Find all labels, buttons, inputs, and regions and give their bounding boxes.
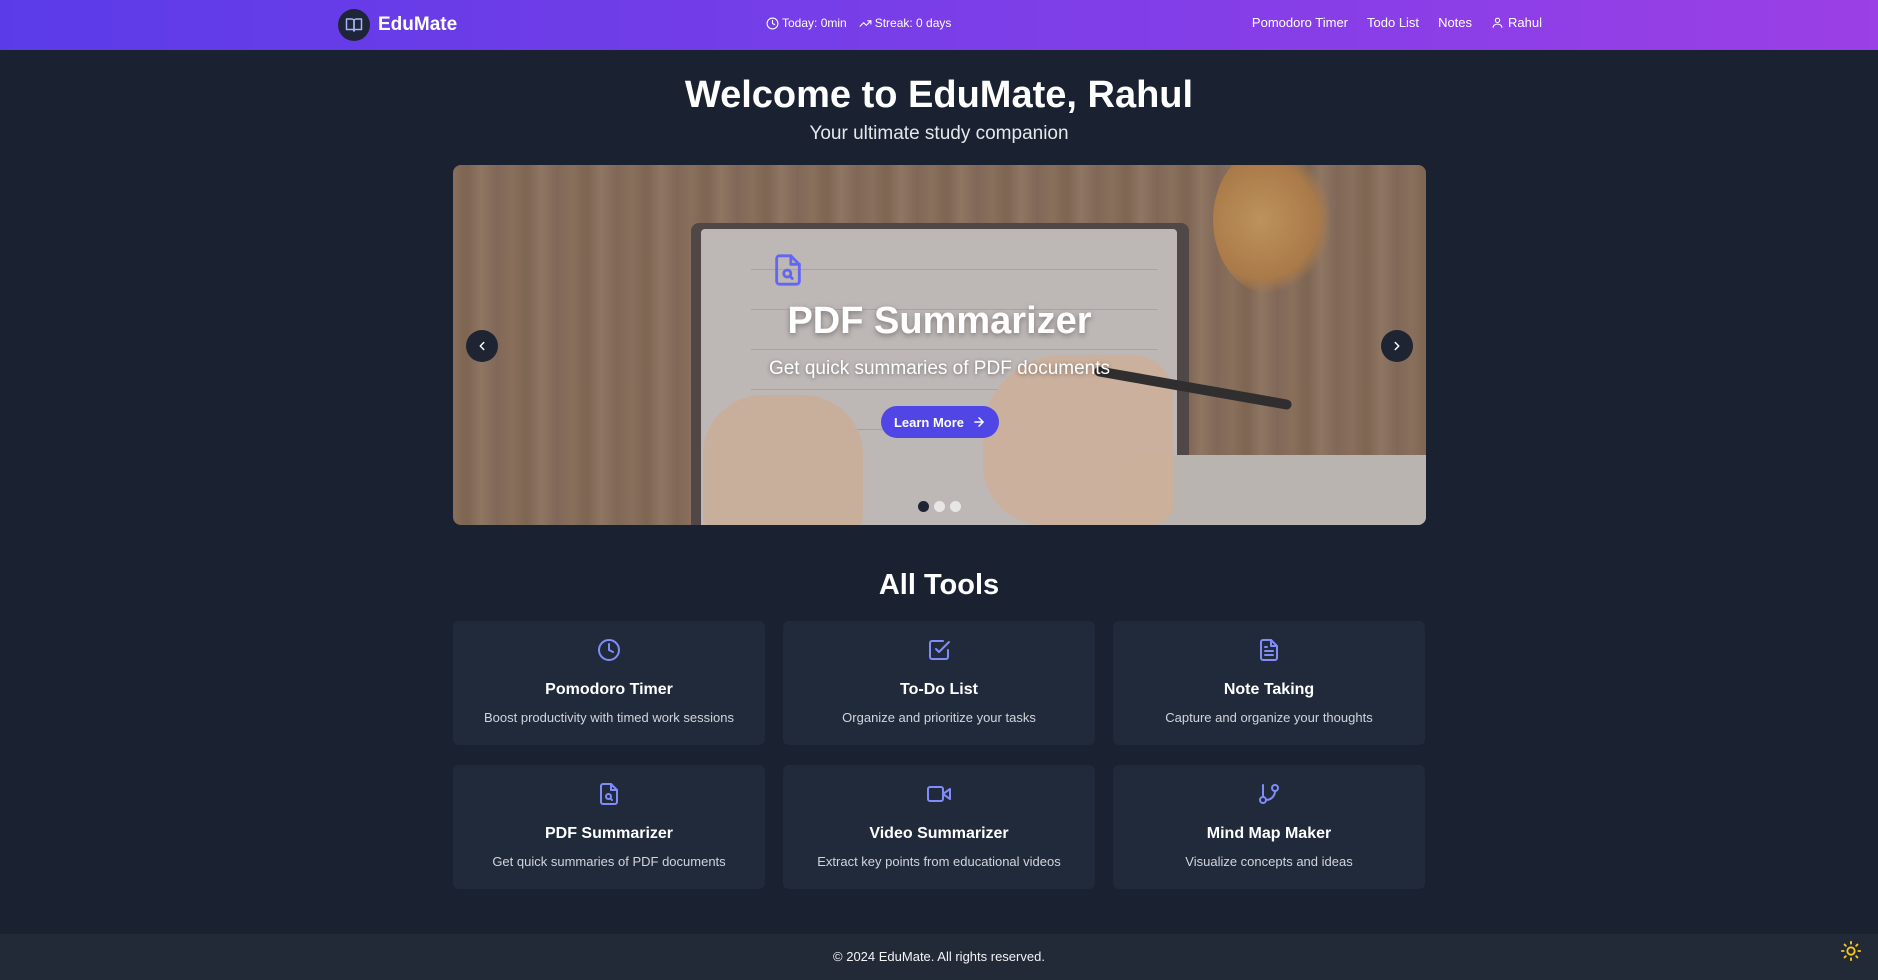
tool-card-todo[interactable]: To-Do List Organize and prioritize your … — [783, 621, 1095, 745]
main-nav: Pomodoro Timer Todo List Notes Rahul — [1233, 15, 1542, 30]
trending-up-icon — [859, 19, 872, 27]
carousel-dot[interactable] — [950, 501, 961, 512]
tool-description: Get quick summaries of PDF documents — [492, 854, 726, 869]
slide-description: Get quick summaries of PDF documents — [768, 358, 1111, 379]
chevron-right-icon — [1394, 341, 1400, 351]
streak-stat: Streak: 0 days — [859, 16, 952, 30]
branch-icon — [1257, 782, 1281, 806]
tool-title: PDF Summarizer — [544, 825, 674, 842]
carousel-dot[interactable] — [934, 501, 945, 512]
carousel-dots — [918, 501, 966, 512]
top-navbar: EduMate Today: 0min Streak: 0 days Pomod… — [0, 0, 1878, 50]
slide-overlay — [453, 165, 1426, 525]
clock-icon — [766, 17, 779, 29]
tool-title: Mind Map Maker — [1206, 825, 1332, 842]
brand-name: EduMate — [378, 14, 458, 35]
video-icon — [927, 782, 951, 806]
nav-pomodoro-timer[interactable]: Pomodoro Timer — [1252, 15, 1348, 30]
study-stats: Today: 0min Streak: 0 days — [766, 16, 951, 30]
tool-card-pdf-summarizer[interactable]: PDF Summarizer Get quick summaries of PD… — [453, 765, 765, 889]
tool-card-video-summarizer[interactable]: Video Summarizer Extract key points from… — [783, 765, 1095, 889]
tool-description: Organize and prioritize your tasks — [842, 710, 1036, 725]
slide-title: PDF Summarizer — [787, 300, 1092, 342]
nav-notes[interactable]: Notes — [1438, 15, 1472, 30]
user-icon — [1492, 17, 1503, 28]
footer: © 2024 EduMate. All rights reserved. — [0, 934, 1878, 980]
theme-toggle-button[interactable] — [1840, 940, 1862, 962]
book-icon — [338, 9, 370, 41]
clock-icon — [597, 638, 621, 662]
arrow-right-icon — [974, 417, 984, 427]
document-icon — [1257, 638, 1281, 662]
chevron-left-icon — [479, 341, 485, 351]
tool-description: Capture and organize your thoughts — [1165, 710, 1373, 725]
tool-title: Video Summarizer — [869, 825, 1009, 842]
tool-description: Boost productivity with timed work sessi… — [484, 710, 734, 725]
tool-title: Pomodoro Timer — [545, 681, 673, 698]
page-title: Welcome to EduMate, Rahul — [684, 74, 1194, 116]
streak-stat-label: Streak: 0 days — [874, 16, 952, 30]
carousel-next-button[interactable] — [1381, 330, 1413, 362]
tool-card-pomodoro[interactable]: Pomodoro Timer Boost productivity with t… — [453, 621, 765, 745]
file-search-icon — [597, 782, 621, 806]
brand[interactable]: EduMate — [338, 9, 457, 41]
sun-icon — [1840, 940, 1862, 962]
today-stat-label: Today: 0min — [782, 16, 847, 30]
tool-title: To-Do List — [900, 681, 978, 698]
page-subtitle: Your ultimate study companion — [809, 123, 1069, 144]
copyright-text: © 2024 EduMate. All rights reserved. — [833, 949, 1045, 964]
feature-carousel: PDF Summarizer Get quick summaries of PD… — [453, 165, 1426, 525]
file-search-icon — [771, 253, 805, 292]
today-stat: Today: 0min — [766, 16, 847, 30]
tool-card-mind-map[interactable]: Mind Map Maker Visualize concepts and id… — [1113, 765, 1425, 889]
tool-card-notes[interactable]: Note Taking Capture and organize your th… — [1113, 621, 1425, 745]
tools-heading: All Tools — [878, 569, 1000, 601]
nav-user-profile[interactable]: Rahul — [1491, 15, 1542, 30]
carousel-dot[interactable] — [918, 501, 929, 512]
tool-description: Extract key points from educational vide… — [817, 854, 1061, 869]
nav-todo-list[interactable]: Todo List — [1367, 15, 1419, 30]
learn-more-button[interactable]: Learn More — [881, 406, 999, 438]
user-name: Rahul — [1508, 15, 1542, 30]
tool-title: Note Taking — [1223, 681, 1315, 698]
learn-more-label: Learn More — [893, 414, 965, 430]
carousel-prev-button[interactable] — [466, 330, 498, 362]
checkbox-icon — [927, 638, 951, 662]
tool-description: Visualize concepts and ideas — [1185, 854, 1353, 869]
